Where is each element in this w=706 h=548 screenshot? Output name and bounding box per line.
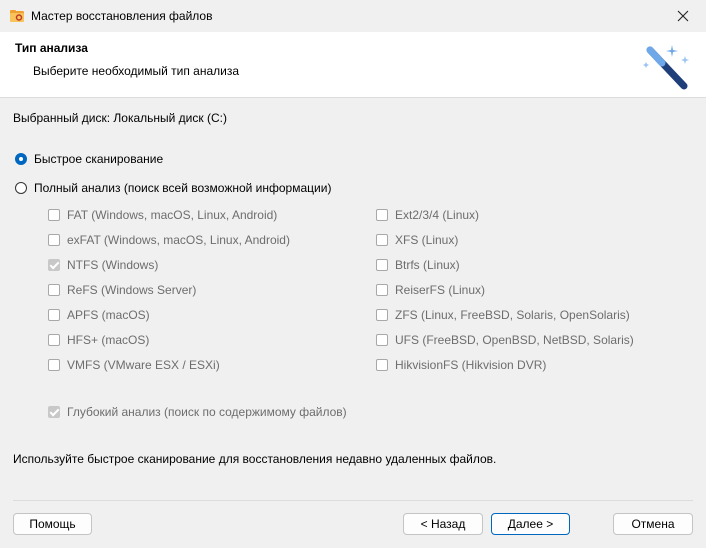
fs-checkbox[interactable] [376, 209, 388, 221]
help-button[interactable]: Помощь [13, 513, 92, 535]
fs-checkbox[interactable] [48, 359, 60, 371]
fs-label: Ext2/3/4 (Linux) [395, 208, 480, 222]
fs-option-reiserfs[interactable]: ReiserFS (Linux) [376, 283, 485, 297]
fs-label: HikvisionFS (Hikvision DVR) [395, 358, 547, 372]
fs-label: Btrfs (Linux) [395, 258, 460, 272]
fs-option-ntfs[interactable]: NTFS (Windows) [48, 258, 158, 272]
fs-checkbox[interactable] [376, 334, 388, 346]
fs-option-xfs[interactable]: XFS (Linux) [376, 233, 458, 247]
app-icon [10, 10, 24, 22]
quick-scan-label: Быстрое сканирование [34, 152, 164, 166]
fs-label: HFS+ (macOS) [67, 333, 150, 347]
fs-option-ext[interactable]: Ext2/3/4 (Linux) [376, 208, 479, 222]
fs-option-hikvisionfs[interactable]: HikvisionFS (Hikvision DVR) [376, 358, 546, 372]
deep-analysis-option[interactable]: Глубокий анализ (поиск по содержимому фа… [48, 405, 347, 419]
fs-checkbox[interactable] [48, 234, 60, 246]
magic-wand-icon [643, 45, 689, 90]
fs-option-btrfs[interactable]: Btrfs (Linux) [376, 258, 460, 272]
fs-checkbox[interactable] [376, 234, 388, 246]
fs-checkbox[interactable] [48, 259, 60, 271]
full-analysis-radio[interactable] [15, 182, 27, 194]
fs-option-hfsplus[interactable]: HFS+ (macOS) [48, 333, 149, 347]
close-button[interactable] [660, 0, 706, 32]
fs-checkbox[interactable] [376, 284, 388, 296]
page-subtitle: Выберите необходимый тип анализа [33, 64, 240, 78]
fs-label: exFAT (Windows, macOS, Linux, Android) [67, 233, 290, 247]
fs-checkbox[interactable] [48, 209, 60, 221]
fs-checkbox[interactable] [376, 359, 388, 371]
page-title: Тип анализа [15, 41, 88, 55]
fs-option-ufs[interactable]: UFS (FreeBSD, OpenBSD, NetBSD, Solaris) [376, 333, 634, 347]
fs-option-refs[interactable]: ReFS (Windows Server) [48, 283, 196, 297]
wizard-header: Тип анализа Выберите необходимый тип ана… [0, 32, 706, 98]
separator [13, 500, 693, 501]
next-button[interactable]: Далее > [491, 513, 570, 535]
fs-checkbox[interactable] [48, 334, 60, 346]
close-icon [677, 10, 689, 22]
title-bar: Мастер восстановления файлов [0, 0, 706, 32]
full-analysis-label: Полный анализ (поиск всей возможной инфо… [34, 181, 332, 195]
fs-label: UFS (FreeBSD, OpenBSD, NetBSD, Solaris) [395, 333, 634, 347]
window-title: Мастер восстановления файлов [31, 9, 213, 23]
fs-label: XFS (Linux) [395, 233, 459, 247]
quick-scan-radio[interactable] [15, 153, 27, 165]
deep-analysis-label: Глубокий анализ (поиск по содержимому фа… [67, 405, 347, 419]
fs-option-exfat[interactable]: exFAT (Windows, macOS, Linux, Android) [48, 233, 290, 247]
fs-label: ReFS (Windows Server) [67, 283, 197, 297]
fs-option-apfs[interactable]: APFS (macOS) [48, 308, 150, 322]
quick-scan-option[interactable]: Быстрое сканирование [15, 152, 163, 166]
fs-label: FAT (Windows, macOS, Linux, Android) [67, 208, 278, 222]
fs-label: VMFS (VMware ESX / ESXi) [67, 358, 220, 372]
fs-label: ReiserFS (Linux) [395, 283, 486, 297]
fs-label: ZFS (Linux, FreeBSD, Solaris, OpenSolari… [395, 308, 630, 322]
cancel-button[interactable]: Отмена [613, 513, 693, 535]
hint-text: Используйте быстрое сканирование для вос… [13, 452, 497, 466]
back-button[interactable]: < Назад [403, 513, 483, 535]
full-analysis-option[interactable]: Полный анализ (поиск всей возможной инфо… [15, 181, 331, 195]
fs-checkbox[interactable] [48, 309, 60, 321]
fs-option-vmfs[interactable]: VMFS (VMware ESX / ESXi) [48, 358, 220, 372]
fs-checkbox[interactable] [48, 284, 60, 296]
fs-label: APFS (macOS) [67, 308, 150, 322]
deep-analysis-checkbox[interactable] [48, 406, 60, 418]
fs-option-zfs[interactable]: ZFS (Linux, FreeBSD, Solaris, OpenSolari… [376, 308, 630, 322]
fs-checkbox[interactable] [376, 259, 388, 271]
fs-label: NTFS (Windows) [67, 258, 159, 272]
fs-option-fat[interactable]: FAT (Windows, macOS, Linux, Android) [48, 208, 277, 222]
fs-checkbox[interactable] [376, 309, 388, 321]
selected-disk-label: Выбранный диск: Локальный диск (C:) [13, 111, 227, 125]
